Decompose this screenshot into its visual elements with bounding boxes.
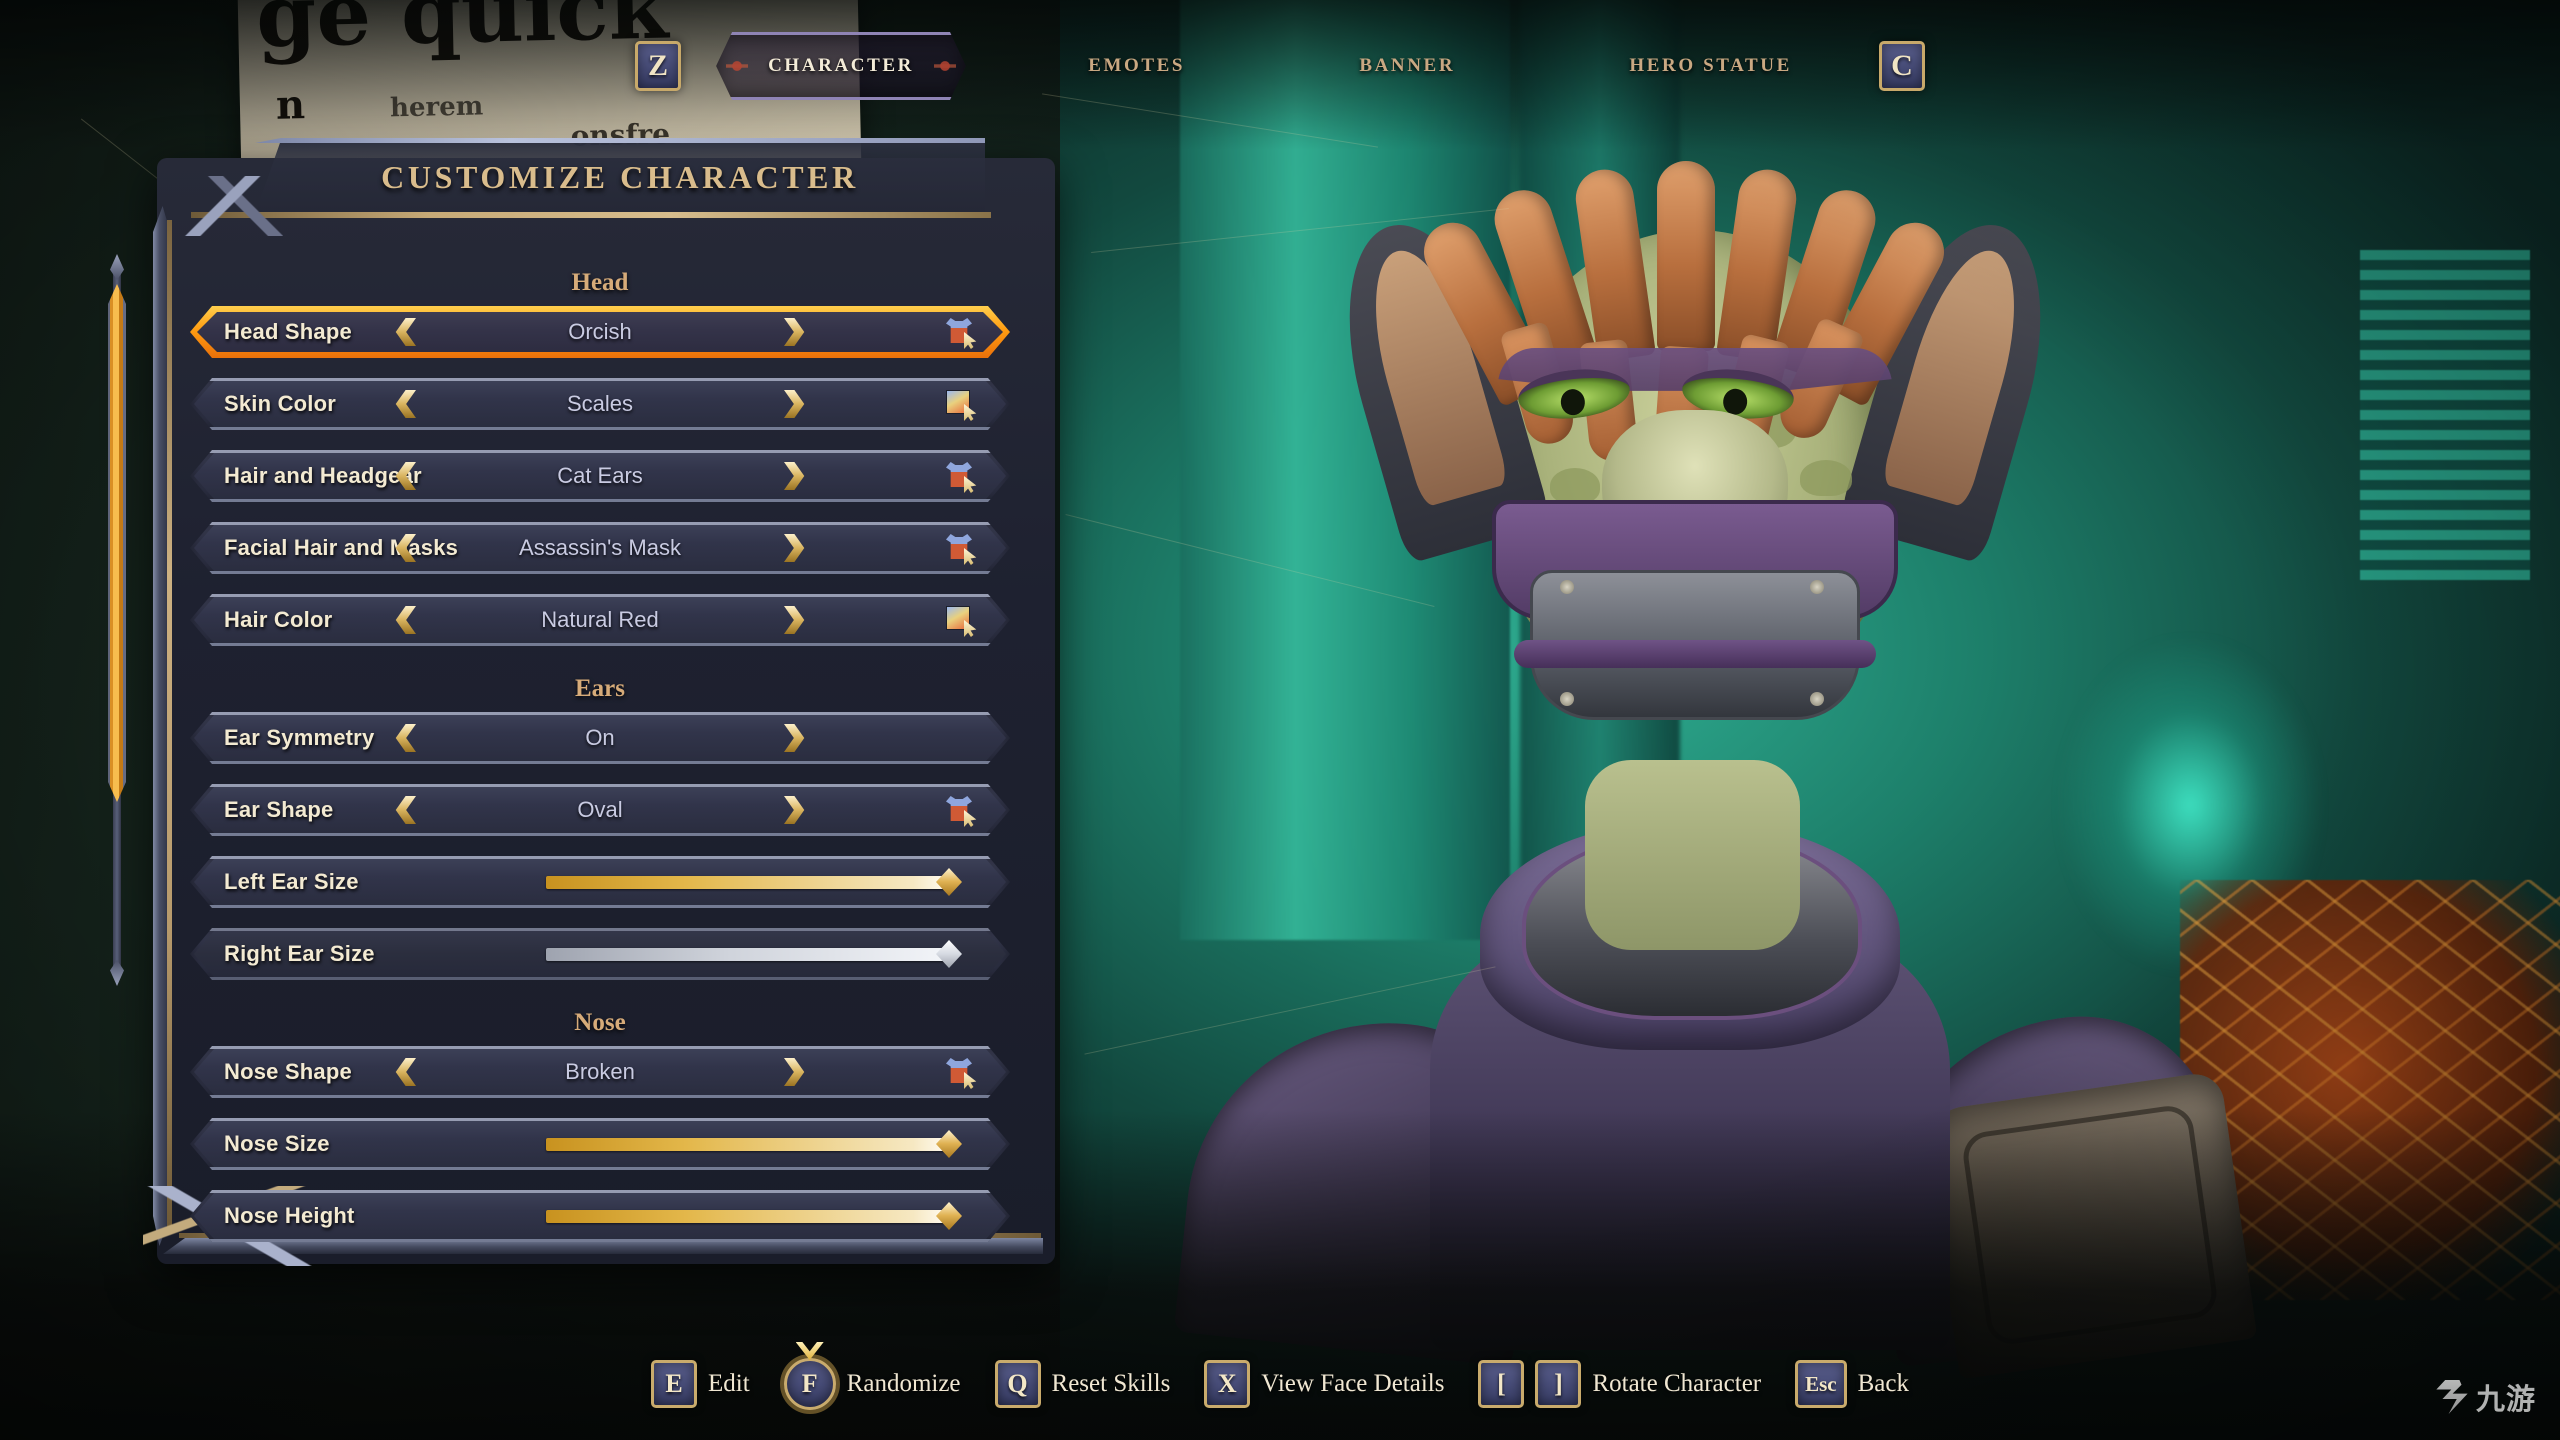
option-label: Head Shape: [224, 319, 352, 344]
tab-emotes[interactable]: EMOTES: [1058, 36, 1215, 96]
option-label: Left Ear Size: [224, 869, 359, 894]
watermark: 九游: [2435, 1376, 2536, 1418]
action-label: Reset Skills: [1051, 1370, 1171, 1397]
action-label: Back: [1857, 1370, 1909, 1397]
watermark-logo-icon: [2436, 1380, 2468, 1414]
action-edit[interactable]: E Edit: [651, 1360, 750, 1408]
slider-fill: [546, 947, 945, 961]
option-label: Ear Symmetry: [224, 725, 375, 750]
tab-hero-statue[interactable]: HERO STATUE: [1599, 36, 1822, 96]
option-row-hair-color[interactable]: Hair Color Natural Red: [190, 594, 1010, 646]
slider[interactable]: [546, 1202, 966, 1230]
option-label: Facial Hair and Masks: [224, 535, 459, 560]
panel-header-gold-rule: [191, 212, 991, 218]
option-row-nose-height[interactable]: Nose Height: [190, 1190, 1010, 1242]
option-label: Right Ear Size: [224, 941, 375, 966]
page-title: CUSTOMIZE CHARACTER: [381, 158, 859, 195]
shirt-icon[interactable]: [946, 534, 977, 565]
tab-label: HERO STATUE: [1629, 55, 1792, 76]
action-label: Edit: [708, 1370, 750, 1397]
section-header-nose: Nose: [574, 1009, 626, 1036]
color-swatch-icon[interactable]: [946, 390, 977, 421]
option-row-skin-color[interactable]: Skin Color Scales: [190, 378, 1010, 430]
option-row-facial-hair-and-masks[interactable]: Facial Hair and Masks Assassin's Mask: [190, 522, 1010, 574]
shirt-icon[interactable]: [946, 1058, 977, 1089]
key-hint[interactable]: X: [1204, 1360, 1251, 1408]
key-hint[interactable]: Q: [994, 1360, 1041, 1408]
option-label: Nose Shape: [224, 1059, 352, 1084]
slider[interactable]: [546, 1130, 966, 1158]
top-navigation-bar: Z CHARACTER EMOTES BANNER HERO STATUE C: [0, 36, 2560, 96]
tab-banner[interactable]: BANNER: [1329, 36, 1485, 96]
option-label: Hair and Headgear: [224, 463, 422, 488]
option-row-ear-shape[interactable]: Ear Shape Oval: [190, 784, 1010, 836]
panel-left-gold-rule: [167, 220, 172, 1230]
bottom-action-bar: E Edit F Randomize Q Reset Skills X View Face D…: [0, 1342, 2560, 1414]
option-label: Skin Color: [224, 391, 337, 416]
action-label: Randomize: [846, 1370, 961, 1397]
option-row-ear-symmetry[interactable]: Ear Symmetry On: [190, 712, 1010, 764]
tab-ornament-right-icon: [933, 49, 956, 83]
key-hint[interactable]: E: [651, 1360, 697, 1408]
option-row-hair-and-headgear[interactable]: Hair and Headgear Cat Ears: [190, 450, 1010, 502]
slider-fill: [546, 1209, 945, 1223]
scrollbar-thumb[interactable]: [108, 284, 126, 802]
option-row-nose-shape[interactable]: Nose Shape Broken: [190, 1046, 1010, 1098]
key-hint-next-tab[interactable]: C: [1879, 41, 1925, 91]
option-row-left-ear-size[interactable]: Left Ear Size: [190, 856, 1010, 908]
tab-label: EMOTES: [1088, 55, 1186, 76]
key-hint[interactable]: [: [1478, 1360, 1525, 1408]
option-label: Ear Shape: [224, 797, 334, 822]
slider-fill: [546, 1137, 945, 1151]
key-hint-prev-tab[interactable]: Z: [635, 41, 681, 91]
option-label: Nose Size: [224, 1131, 330, 1156]
section-header-head: Head: [571, 269, 629, 296]
watermark-text: 九游: [2475, 1382, 2536, 1416]
slider-fill: [546, 875, 945, 889]
option-label: Hair Color: [224, 607, 333, 632]
action-label: View Face Details: [1261, 1370, 1445, 1397]
shirt-icon[interactable]: [946, 318, 977, 349]
section-header-ears: Ears: [575, 675, 625, 702]
action-rotate-character[interactable]: [] Rotate Character: [1478, 1360, 1761, 1408]
action-reset-skills[interactable]: Q Reset Skills: [994, 1360, 1171, 1408]
slider[interactable]: [546, 868, 966, 896]
shirt-icon[interactable]: [946, 462, 977, 493]
option-label: Nose Height: [224, 1203, 355, 1228]
tab-character[interactable]: CHARACTER: [738, 36, 944, 96]
customization-options-list: Head Head Shape Orcish Skin Color Scales Hair…: [190, 256, 1010, 1262]
tab-label: BANNER: [1359, 55, 1456, 76]
action-randomize[interactable]: F Randomize: [783, 1342, 961, 1410]
key-hint-secondary[interactable]: ]: [1535, 1360, 1582, 1408]
action-view-face-details[interactable]: X View Face Details: [1204, 1360, 1444, 1408]
tab-list: CHARACTER EMOTES BANNER HERO STATUE: [681, 36, 1879, 96]
panel-scrollbar[interactable]: [108, 254, 126, 970]
tab-ornament-left-icon: [726, 49, 749, 83]
action-back[interactable]: Esc Back: [1795, 1360, 1909, 1408]
option-row-head-shape[interactable]: Head Shape Orcish: [190, 306, 1010, 358]
key-hint[interactable]: F: [783, 1358, 836, 1410]
option-row-right-ear-size[interactable]: Right Ear Size: [190, 928, 1010, 980]
tab-label: CHARACTER: [768, 55, 914, 76]
slider[interactable]: [546, 940, 966, 968]
action-label: Rotate Character: [1592, 1370, 1762, 1397]
option-row-nose-size[interactable]: Nose Size: [190, 1118, 1010, 1170]
key-hint[interactable]: Esc: [1795, 1360, 1847, 1408]
color-swatch-icon[interactable]: [946, 606, 977, 637]
shirt-icon[interactable]: [946, 796, 977, 827]
